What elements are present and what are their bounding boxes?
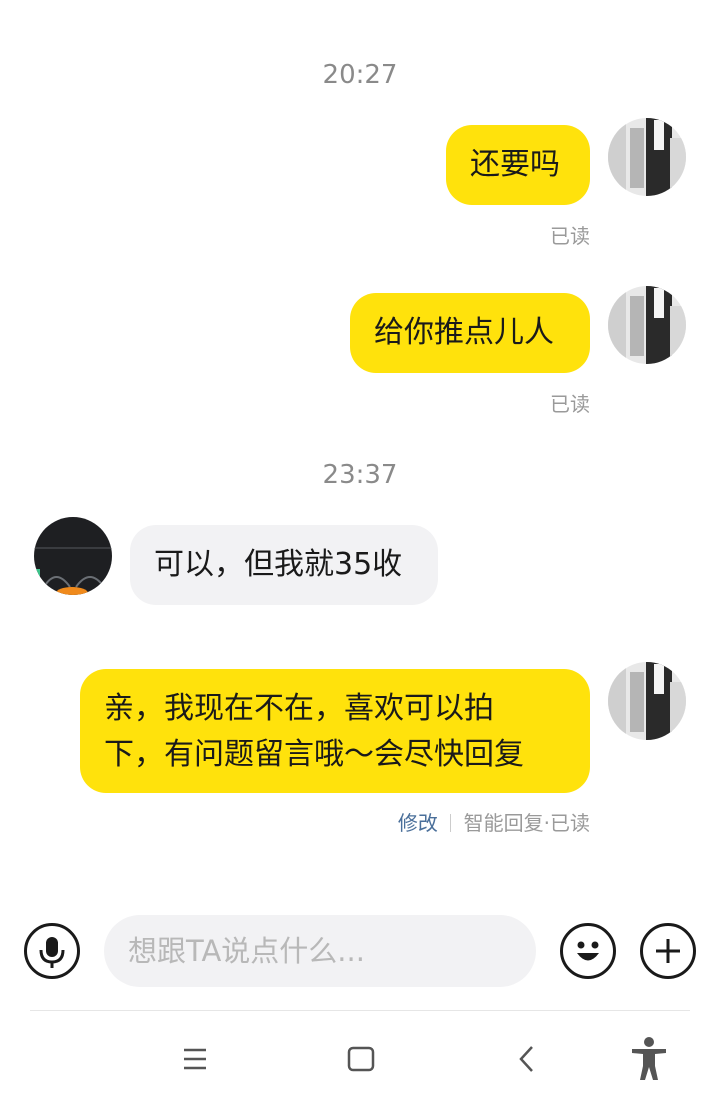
avatar-image <box>608 662 686 740</box>
square-icon <box>347 1046 375 1072</box>
message-text: 还要吗 <box>470 147 560 182</box>
message-text: 可以，但我就35收 <box>154 547 403 582</box>
contact-avatar[interactable] <box>34 517 112 595</box>
separator <box>450 814 452 832</box>
plus-button[interactable] <box>640 923 696 979</box>
input-placeholder: 想跟TA说点什么... <box>128 934 365 968</box>
back-button[interactable] <box>512 1042 542 1076</box>
avatar-image <box>608 286 686 364</box>
timestamp: 23:37 <box>322 460 398 490</box>
reply-status: 智能回复·已读 <box>463 811 590 835</box>
message-meta: 修改 智能回复·已读 <box>300 807 590 836</box>
divider <box>30 1010 690 1011</box>
my-avatar[interactable] <box>608 662 686 740</box>
emoji-button[interactable] <box>560 923 616 979</box>
back-icon <box>519 1046 533 1072</box>
read-status: 已读 <box>550 392 590 416</box>
my-avatar[interactable] <box>608 286 686 364</box>
voice-button[interactable] <box>24 923 80 979</box>
accessibility-icon <box>632 1037 666 1080</box>
avatar-image <box>608 118 686 196</box>
plus-icon <box>656 939 680 963</box>
my-avatar[interactable] <box>608 118 686 196</box>
contact-message-bubble[interactable]: 可以，但我就35收 <box>130 525 438 605</box>
read-status: 已读 <box>550 224 590 248</box>
edit-link[interactable]: 修改 <box>398 811 438 835</box>
accessibility-button[interactable] <box>628 1036 670 1082</box>
microphone-icon <box>39 937 65 968</box>
message-text: 给你推点儿人 <box>374 315 554 350</box>
home-button[interactable] <box>344 1043 378 1075</box>
my-message-bubble[interactable]: 还要吗 <box>446 125 590 205</box>
menu-button[interactable] <box>178 1044 212 1074</box>
message-input[interactable]: 想跟TA说点什么... <box>104 915 536 987</box>
message-text-line: 下，有问题留言哦～会尽快回复 <box>104 737 524 772</box>
my-message-bubble[interactable]: 给你推点儿人 <box>350 293 590 373</box>
timestamp: 20:27 <box>322 60 398 90</box>
smile-icon <box>577 941 599 961</box>
my-message-bubble[interactable]: 亲，我现在不在，喜欢可以拍 下，有问题留言哦～会尽快回复 <box>80 669 590 793</box>
message-text-line: 亲，我现在不在，喜欢可以拍 <box>104 691 494 726</box>
avatar-image <box>34 517 112 595</box>
menu-icon <box>184 1048 206 1070</box>
